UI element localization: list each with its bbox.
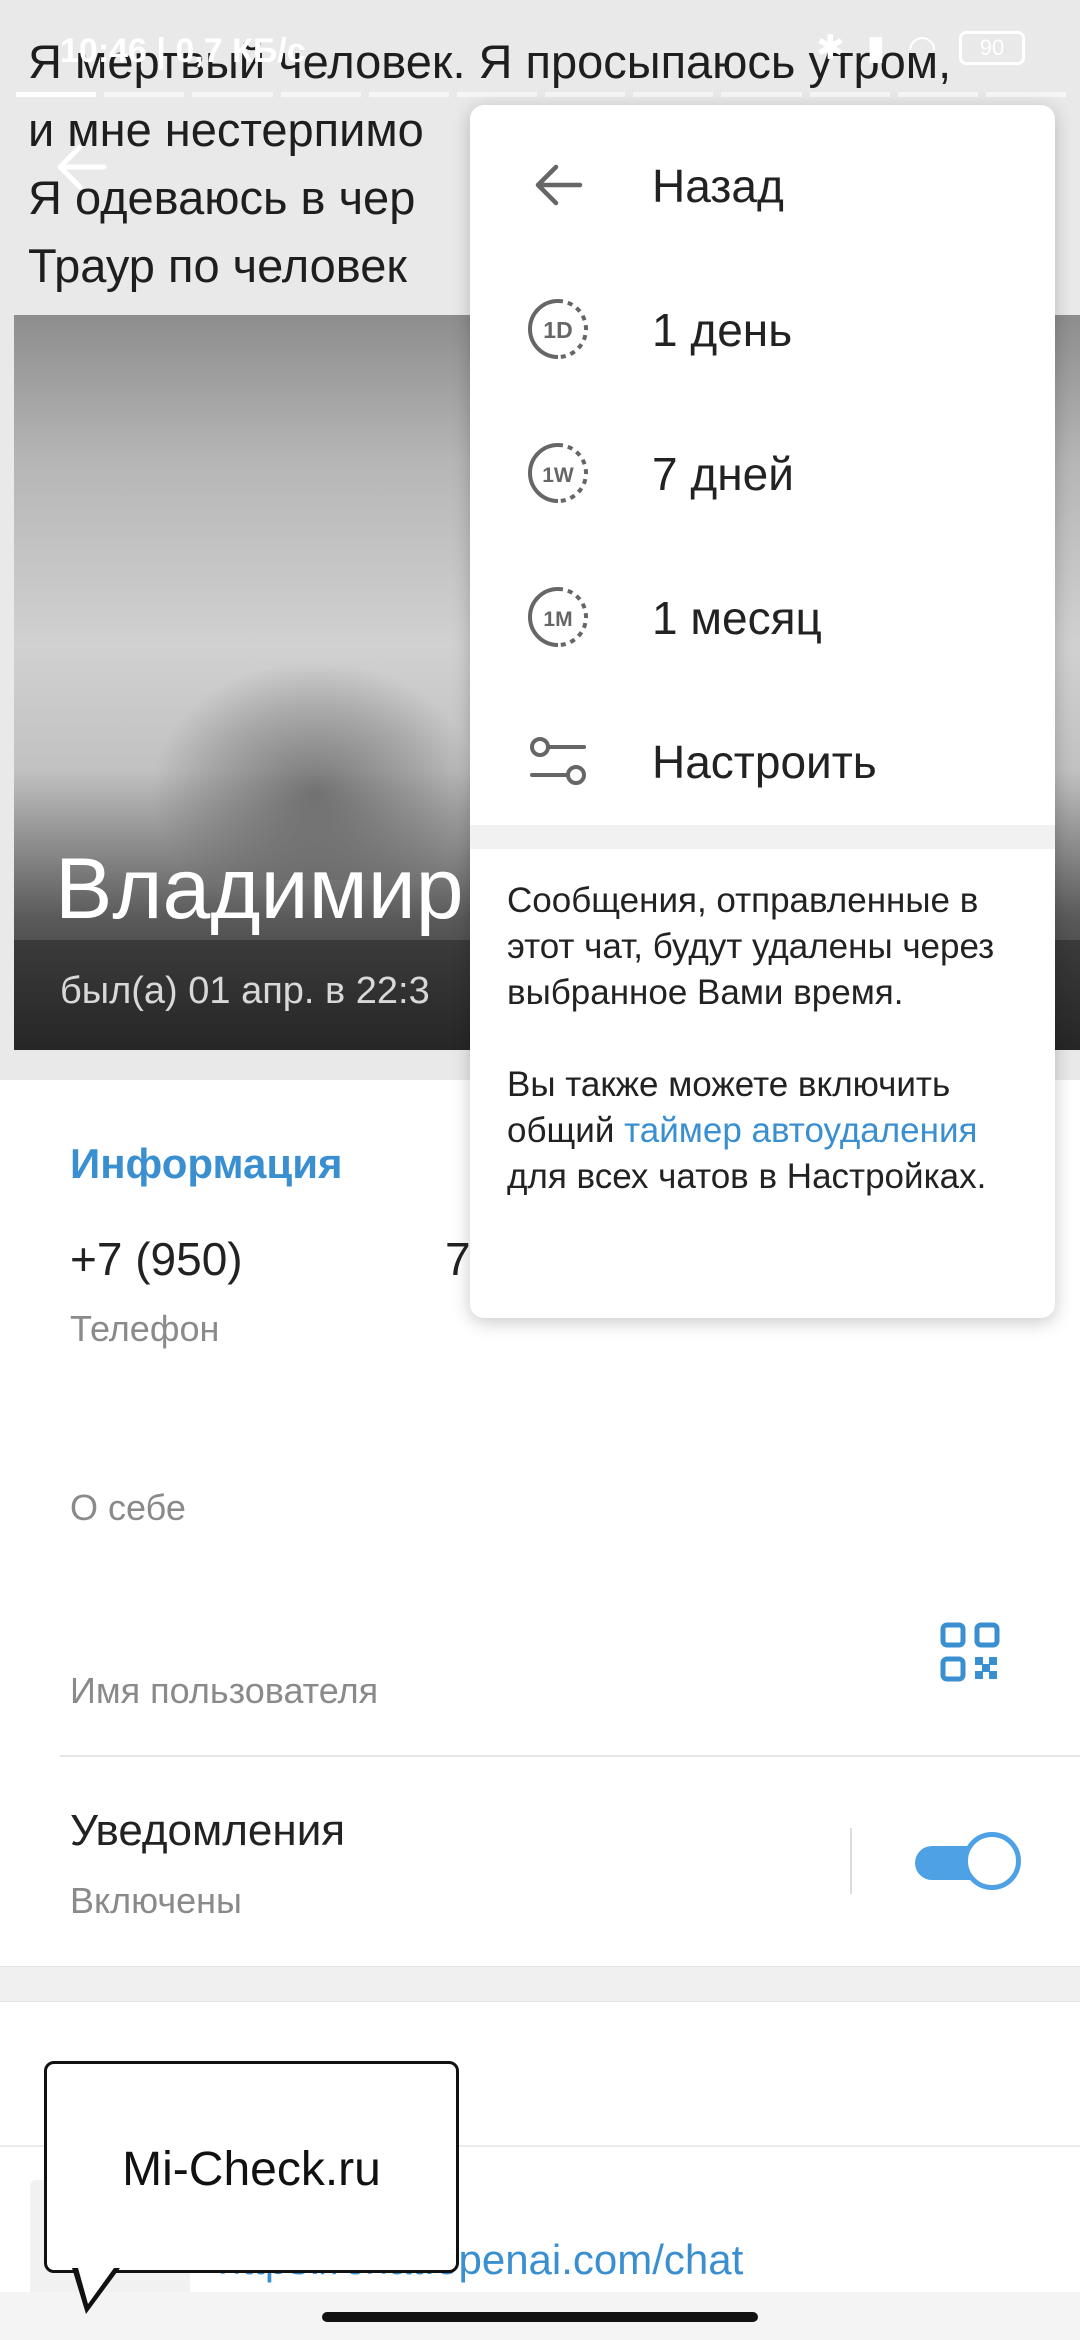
- info-paragraph: Вы также можете включить общий таймер ав…: [507, 1062, 1027, 1200]
- last-seen: был(а) 01 апр. в 22:3: [60, 970, 430, 1012]
- menu-item-label: Назад: [652, 160, 784, 212]
- svg-text:1M: 1M: [543, 608, 572, 631]
- menu-item-label: Настроить: [652, 736, 877, 788]
- divider: [850, 1828, 852, 1894]
- sliders-icon: [530, 737, 586, 785]
- profile-name: Владимир: [55, 841, 464, 937]
- battery-icon: 90: [959, 31, 1025, 65]
- menu-divider: [470, 825, 1055, 849]
- status-bar: 10:46 | 0,7 КБ/с ✱ ▮ ◠ 90: [0, 0, 1080, 100]
- qr-code-icon[interactable]: [940, 1622, 1000, 1682]
- info-text: для всех чатов в Настройках.: [507, 1157, 987, 1196]
- menu-item-1-day[interactable]: 1D 1 день: [470, 257, 1055, 401]
- timer-1w-icon: 1W: [528, 443, 588, 503]
- menu-item-customize[interactable]: Настроить: [470, 689, 1055, 833]
- section-separator: [0, 1966, 1080, 2002]
- svg-text:1D: 1D: [543, 317, 572, 343]
- about-label: О себе: [70, 1487, 186, 1528]
- info-section-title: Информация: [70, 1140, 343, 1187]
- back-arrow-icon[interactable]: [50, 135, 114, 199]
- timer-1m-icon: 1M: [528, 587, 588, 647]
- menu-item-label: 1 день: [652, 304, 793, 356]
- status-icons: ✱ ▮ ◠ 90: [816, 28, 1025, 68]
- notifications-title[interactable]: Уведомления: [70, 1806, 345, 1856]
- phone-label: Телефон: [70, 1308, 220, 1349]
- info-paragraph: Сообщения, отправленные в этот чат, буду…: [507, 881, 995, 1012]
- phone-number[interactable]: +7 (950): [70, 1232, 243, 1286]
- menu-item-label: 1 месяц: [652, 592, 822, 644]
- status-time: 10:46 | 0,7 КБ/с: [60, 32, 306, 70]
- callout-tail-fill: [78, 2268, 114, 2304]
- menu-item-label: 7 дней: [652, 448, 794, 500]
- username-label: Имя пользователя: [70, 1670, 379, 1711]
- auto-delete-timer-link[interactable]: таймер автоудаления: [624, 1111, 977, 1150]
- story-progress: [16, 92, 1067, 97]
- notifications-status: Включены: [70, 1880, 242, 1921]
- timer-1d-icon: 1D: [528, 299, 588, 359]
- phone-number-suffix[interactable]: 7: [445, 1232, 471, 1286]
- menu-item-back[interactable]: Назад: [470, 113, 1055, 257]
- menu-item-7-days[interactable]: 1W 7 дней: [470, 401, 1055, 545]
- auto-delete-menu: Назад 1D 1 день 1W 7 дней 1M 1 месяц Нас…: [470, 105, 1055, 1318]
- signal-icon: ▮: [866, 29, 886, 67]
- back-arrow-icon: [535, 164, 583, 206]
- divider: [60, 1755, 1080, 1757]
- menu-info-text: Сообщения, отправленные в этот чат, буду…: [507, 878, 1027, 1200]
- svg-text:1W: 1W: [542, 464, 574, 487]
- home-indicator[interactable]: [322, 2312, 758, 2322]
- menu-item-1-month[interactable]: 1M 1 месяц: [470, 545, 1055, 689]
- bluetooth-icon: ✱: [816, 29, 845, 67]
- watermark-callout: Mi-Check.ru: [44, 2061, 459, 2273]
- watermark-text: Mi-Check.ru: [122, 2143, 381, 2196]
- wifi-icon: ◠: [907, 29, 937, 67]
- notifications-toggle[interactable]: [915, 1832, 1021, 1890]
